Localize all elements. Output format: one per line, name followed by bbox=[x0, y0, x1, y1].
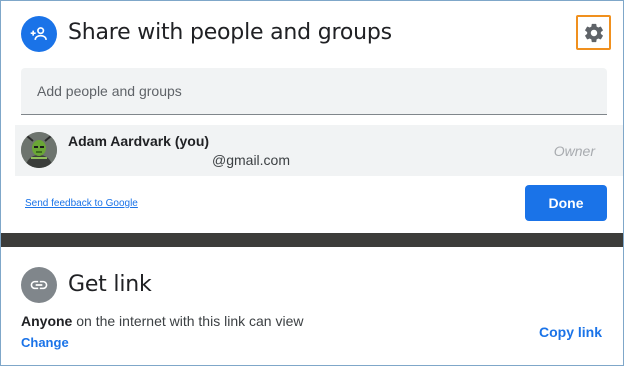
person-email: @gmail.com bbox=[212, 152, 291, 168]
link-icon bbox=[21, 267, 57, 303]
person-row-owner: Adam Aardvark (you) @gmail.com Owner bbox=[15, 125, 623, 176]
access-rest: on the internet with this link can view bbox=[72, 313, 304, 329]
section-divider bbox=[1, 233, 623, 247]
avatar bbox=[21, 132, 57, 168]
done-button[interactable]: Done bbox=[525, 185, 607, 221]
person-role: Owner bbox=[553, 143, 595, 159]
share-dialog: Share with people and groups Adam Aardva… bbox=[0, 0, 624, 366]
settings-button[interactable] bbox=[576, 15, 611, 50]
copy-link-button[interactable]: Copy link bbox=[539, 324, 602, 340]
person-add-icon bbox=[21, 16, 57, 52]
get-link-title: Get link bbox=[68, 272, 152, 297]
change-access-link[interactable]: Change bbox=[21, 335, 69, 350]
access-who: Anyone bbox=[21, 313, 73, 329]
share-title: Share with people and groups bbox=[68, 20, 392, 45]
add-people-field[interactable] bbox=[21, 68, 607, 115]
add-people-input[interactable] bbox=[21, 68, 607, 114]
gear-icon bbox=[584, 23, 603, 42]
person-name: Adam Aardvark (you) bbox=[68, 133, 210, 149]
send-feedback-link[interactable]: Send feedback to Google bbox=[25, 198, 138, 209]
link-access-description: Anyone on the internet with this link ca… bbox=[21, 313, 303, 329]
